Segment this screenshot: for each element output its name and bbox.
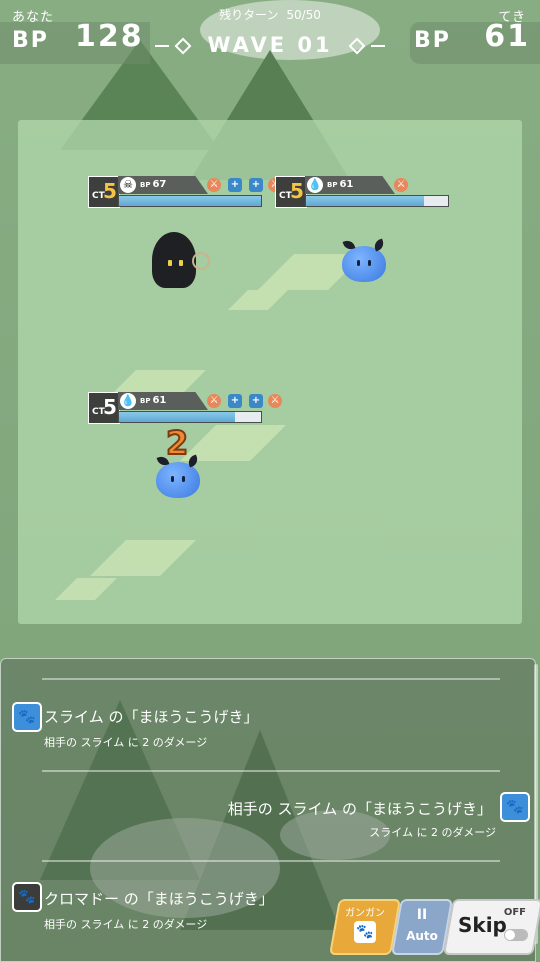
log-separator <box>42 860 500 862</box>
ct-counter: CT 5 <box>88 392 120 424</box>
skip-state-label: OFF <box>503 907 526 918</box>
ct-value: 5 <box>103 395 117 419</box>
hp-bar <box>118 195 262 207</box>
gangan-label: ガンガン <box>345 908 385 919</box>
unit-plate: 💧 BP 61 <box>118 392 208 410</box>
floor-tile <box>90 540 196 576</box>
unit-plate: 💧 BP 61 <box>305 176 395 194</box>
unit-bp: 61 <box>152 395 167 406</box>
heal-buff-icon: + <box>249 178 263 192</box>
log-entry-detail: 相手の スライム に 2 のダメージ <box>44 736 208 749</box>
paw-icon: 🐾 <box>500 792 530 822</box>
hp-fill <box>119 412 236 422</box>
ct-counter: CT 5 <box>88 176 120 208</box>
skip-label: Skip <box>458 913 507 937</box>
staff-icon <box>192 252 210 270</box>
attack-buff-icon: ⚔ <box>394 178 408 192</box>
log-entry-title: クロマドー の「まほうこうげき」 <box>44 890 274 908</box>
kuromado-ghost-unit[interactable] <box>152 232 210 288</box>
skip-toggle[interactable] <box>504 929 528 941</box>
attack-buff-icon: ⚔ <box>207 394 221 408</box>
skull-icon: ☠ <box>120 177 136 193</box>
ally-slime-unit[interactable] <box>156 462 200 498</box>
remaining-turns: 残りターン 50/50 <box>0 6 540 23</box>
pause-icon: II <box>416 907 428 923</box>
ct-value: 5 <box>103 179 117 203</box>
floor-tile <box>55 578 117 600</box>
attack-buff-icon: ⚔ <box>207 178 221 192</box>
turns-value: 50/50 <box>286 8 321 22</box>
log-entry-title: 相手の スライム の「まほうこうげき」 <box>227 800 492 818</box>
paw-icon: 🐾 <box>12 702 42 732</box>
top-hud: あなた BP 128 残りターン 50/50 WAVE 01 てき BP 61 <box>0 0 540 66</box>
ally-slime-status: CT 5 💧 BP 61 ⚔ + + ⚔ <box>88 392 288 424</box>
log-entry-detail: スライム に 2 のダメージ <box>369 826 496 839</box>
heal-buff-icon: + <box>249 394 263 408</box>
diamond-icon <box>174 37 192 55</box>
wave-indicator: WAVE 01 <box>0 33 540 57</box>
paw-icon: 🐾 <box>354 921 376 943</box>
ct-value: 5 <box>290 179 304 203</box>
water-drop-icon: 💧 <box>307 177 323 193</box>
unit-bp: 67 <box>152 179 167 190</box>
turns-label: 残りターン <box>219 8 279 22</box>
hp-fill <box>119 196 261 206</box>
diamond-icon <box>348 37 366 55</box>
heal-buff-icon: + <box>228 178 242 192</box>
hp-bar <box>305 195 449 207</box>
enemy-slime-status: CT 5 💧 BP 61 ⚔ <box>275 176 455 208</box>
floor-tile <box>228 290 288 310</box>
enemy-bp-value: 61 <box>484 19 530 54</box>
log-entry-detail: 相手の スライム に 2 のダメージ <box>44 918 208 931</box>
heal-buff-icon: + <box>228 394 242 408</box>
ally-ghost-status: CT 5 ☠ BP67 ⚔ + + ⚔ <box>88 176 282 208</box>
ct-counter: CT 5 <box>275 176 307 208</box>
unit-plate: ☠ BP 67 <box>118 176 208 194</box>
log-entry-title: スライム の「まほうこうげき」 <box>44 708 259 726</box>
enemy-bp-label: BP <box>414 28 451 53</box>
hp-fill <box>306 196 424 206</box>
damage-number: 2 <box>165 423 189 463</box>
log-separator <box>42 770 500 772</box>
attack-buff-icon: ⚔ <box>268 394 282 408</box>
skip-button[interactable]: Skip OFF <box>443 899 540 955</box>
enemy-slime-unit[interactable] <box>342 246 386 282</box>
hp-bar <box>118 411 262 423</box>
auto-label: Auto <box>406 929 438 943</box>
water-drop-icon: 💧 <box>120 393 136 409</box>
unit-bp: 61 <box>339 179 354 190</box>
paw-icon: 🐾 <box>12 882 42 912</box>
log-separator <box>42 678 500 680</box>
gangan-button[interactable]: ガンガン 🐾 <box>329 899 401 955</box>
wave-label: WAVE 01 <box>207 33 333 57</box>
